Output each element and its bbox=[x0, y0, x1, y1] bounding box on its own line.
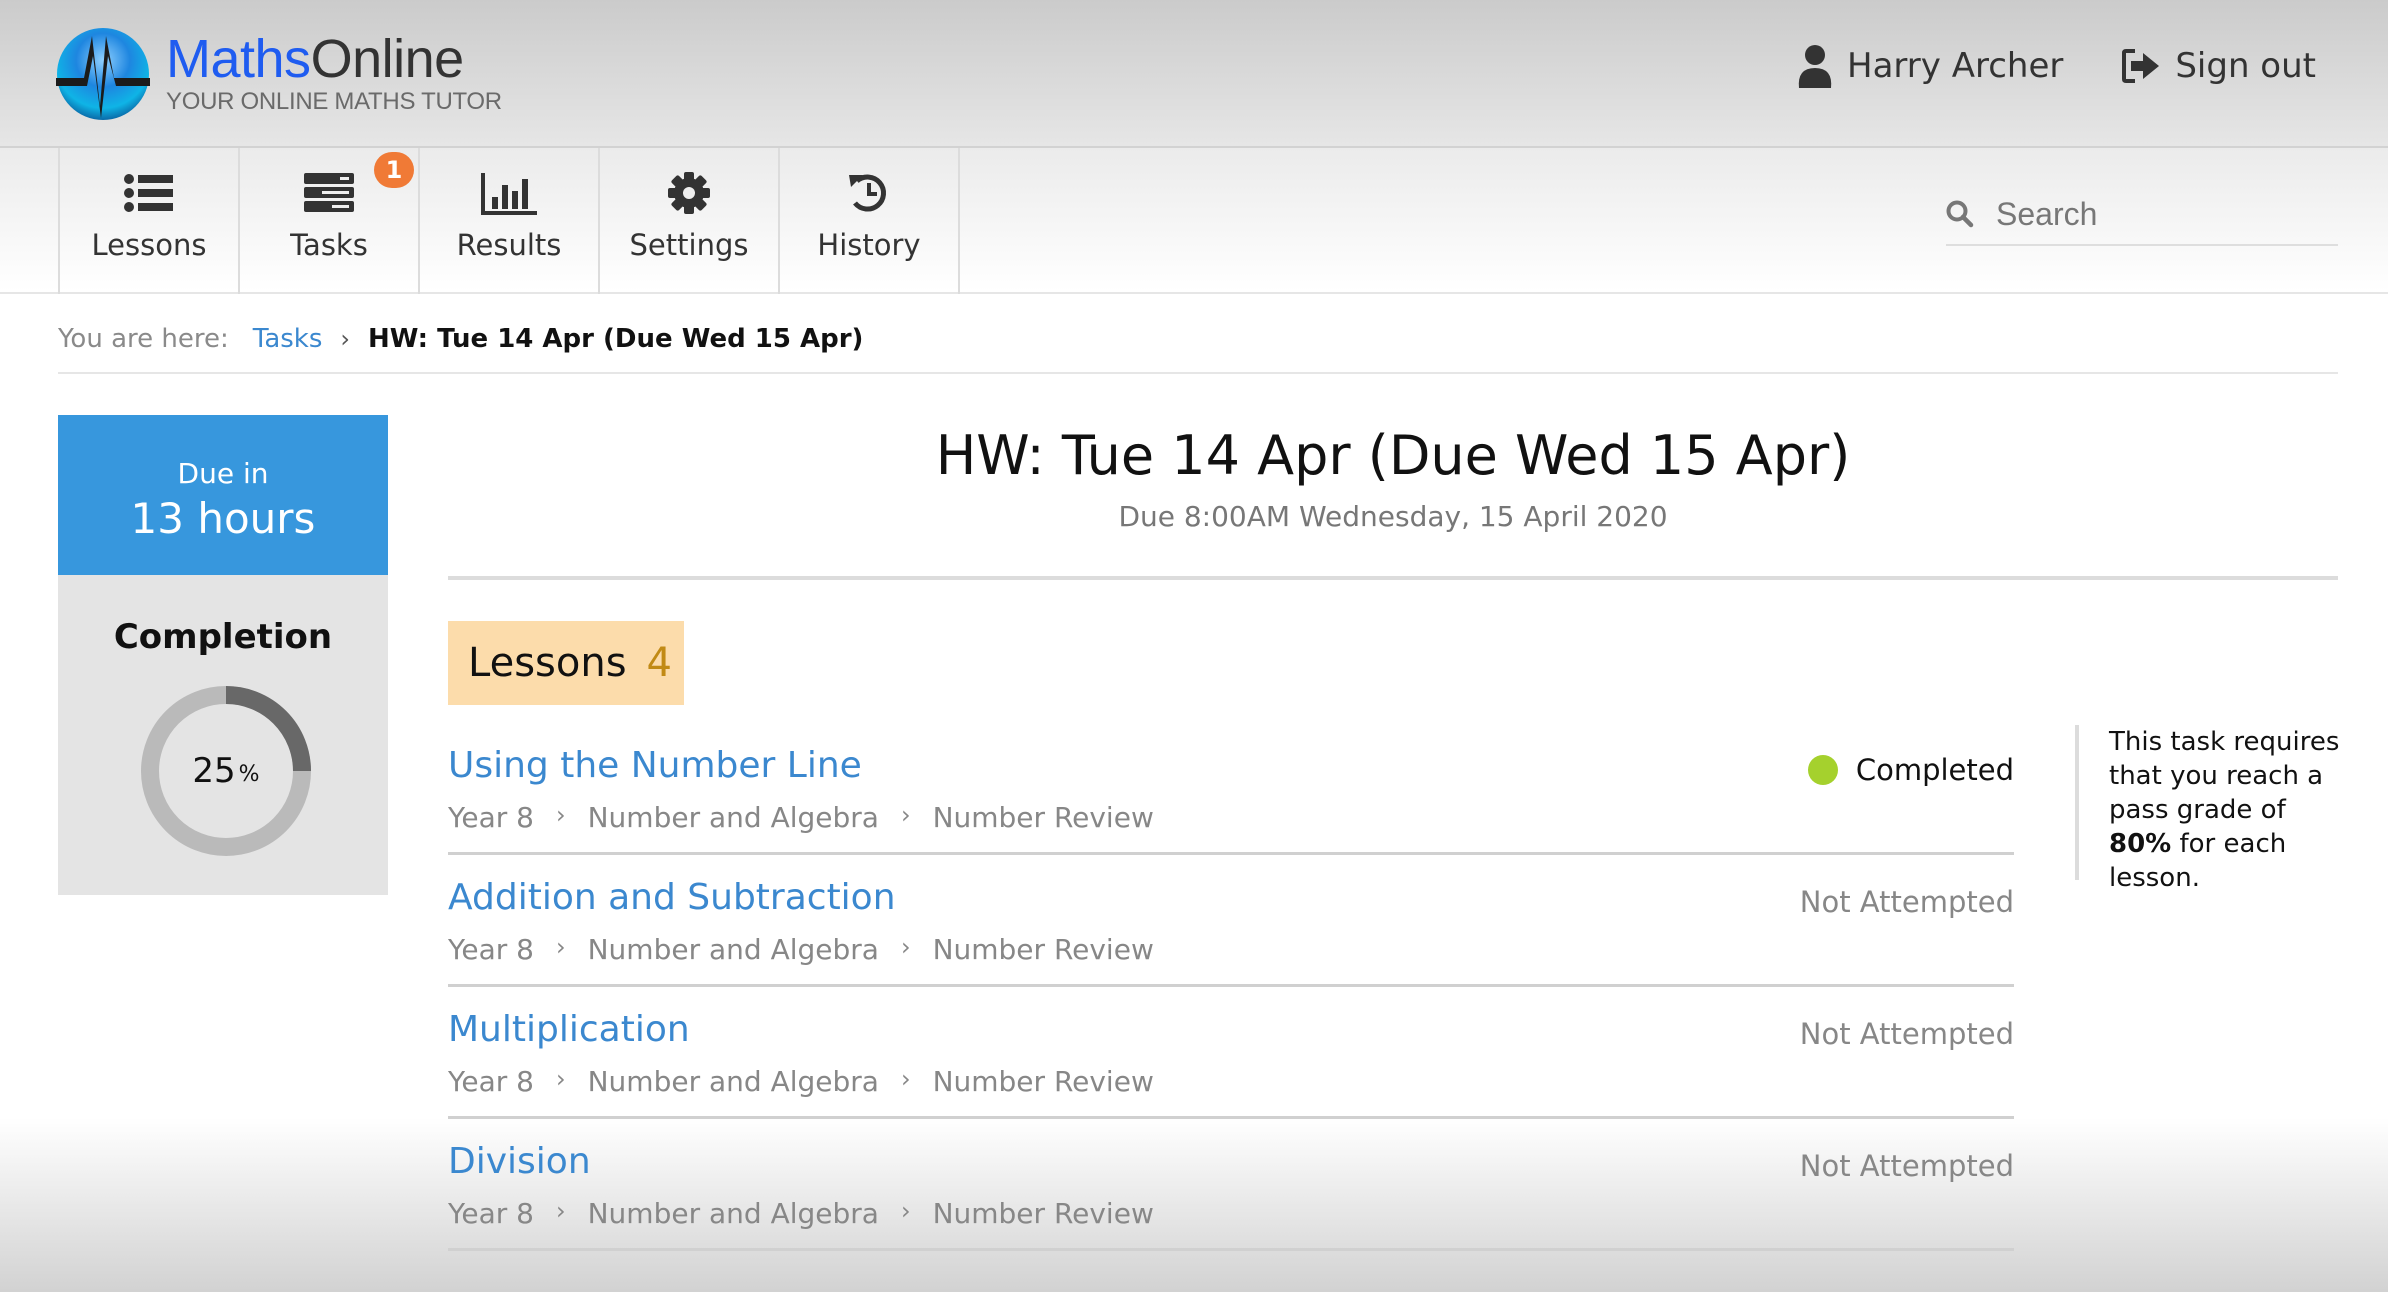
lesson-status-label: Not Attempted bbox=[1799, 1149, 2014, 1183]
breadcrumb-lead: You are here: bbox=[58, 324, 229, 354]
lesson-status-label: Not Attempted bbox=[1799, 1017, 2014, 1051]
task-header: HW: Tue 14 Apr (Due Wed 15 Apr) Due 8:00… bbox=[448, 410, 2338, 533]
lesson-status: Completed bbox=[1807, 753, 2014, 787]
path-separator: › bbox=[556, 1065, 566, 1093]
user-name: Harry Archer bbox=[1847, 46, 2064, 86]
lessons-count: 4 bbox=[646, 640, 672, 686]
lesson-status: Not Attempted bbox=[1800, 1017, 2014, 1051]
path-year: Year 8 bbox=[448, 1197, 534, 1230]
due-in-label: Due in bbox=[177, 457, 269, 490]
lesson-status: Not Attempted bbox=[1800, 1149, 2014, 1183]
breadcrumb: You are here: Tasks › HW: Tue 14 Apr (Du… bbox=[58, 306, 2338, 374]
due-in-value: 13 hours bbox=[130, 494, 316, 543]
path-topic: Number Review bbox=[932, 801, 1154, 834]
path-strand: Number and Algebra bbox=[587, 801, 879, 834]
lesson-title-link[interactable]: Using the Number Line bbox=[448, 745, 862, 786]
path-separator: › bbox=[900, 801, 911, 829]
nav-tab-label: Tasks bbox=[290, 228, 368, 262]
lesson-title-link[interactable]: Division bbox=[448, 1141, 591, 1182]
logo[interactable]: MathsOnline YOUR ONLINE MATHS TUTOR bbox=[54, 26, 502, 122]
path-topic: Number Review bbox=[932, 1197, 1154, 1230]
path-topic: Number Review bbox=[932, 933, 1154, 966]
path-separator: › bbox=[900, 1065, 911, 1093]
due-in-panel: Due in 13 hours bbox=[58, 415, 388, 575]
logo-globe-icon bbox=[56, 28, 150, 120]
user-icon bbox=[1798, 45, 1832, 88]
logo-name-online: Online bbox=[310, 29, 465, 89]
path-separator: › bbox=[556, 801, 566, 829]
header: MathsOnline YOUR ONLINE MATHS TUTOR Harr… bbox=[0, 0, 2388, 148]
path-strand: Number and Algebra bbox=[587, 1065, 879, 1098]
search-box bbox=[1946, 184, 2338, 246]
tasks-notification-badge: 1 bbox=[374, 152, 414, 188]
nav-tab-label: Settings bbox=[629, 228, 749, 262]
percent-sign: % bbox=[238, 761, 260, 787]
breadcrumb-link-tasks[interactable]: Tasks bbox=[253, 324, 323, 354]
lesson-title-link[interactable]: Multiplication bbox=[448, 1009, 690, 1050]
bar-chart-icon bbox=[481, 170, 537, 216]
completion-percent: 25 bbox=[192, 751, 236, 791]
page-title: HW: Tue 14 Apr (Due Wed 15 Apr) bbox=[935, 424, 1851, 487]
completion-donut: 25% bbox=[138, 683, 314, 859]
nav-tab-tasks[interactable]: Tasks 1 bbox=[240, 148, 420, 294]
path-separator: › bbox=[900, 933, 911, 961]
lessons-heading: Lessons 4 bbox=[448, 621, 684, 705]
search-input[interactable] bbox=[1996, 195, 2316, 233]
lesson-path: Year 8 › Number and Algebra › Number Rev… bbox=[448, 1197, 1154, 1230]
user-area: Harry Archer Sign out bbox=[1797, 44, 2316, 88]
path-separator: › bbox=[556, 1197, 566, 1225]
nav-tab-label: History bbox=[817, 228, 921, 262]
note-pass-grade: 80% bbox=[2109, 829, 2172, 859]
search-icon[interactable] bbox=[1946, 200, 1974, 228]
task-divider bbox=[448, 576, 2338, 580]
path-separator: › bbox=[900, 1197, 911, 1225]
logo-tagline: YOUR ONLINE MATHS TUTOR bbox=[166, 88, 502, 115]
nav-tab-settings[interactable]: Settings bbox=[600, 148, 780, 294]
nav-tab-label: Results bbox=[456, 228, 562, 262]
completion-title: Completion bbox=[113, 617, 333, 657]
sign-out-icon bbox=[2122, 49, 2160, 83]
lesson-path: Year 8 › Number and Algebra › Number Rev… bbox=[448, 801, 1154, 834]
task-due-date: Due 8:00AM Wednesday, 15 April 2020 bbox=[1118, 500, 1668, 533]
lessons-heading-label: Lessons bbox=[468, 640, 627, 686]
gear-icon bbox=[667, 170, 711, 216]
tasks-icon bbox=[304, 170, 354, 216]
history-icon bbox=[847, 170, 891, 216]
nav-tab-lessons[interactable]: Lessons bbox=[60, 148, 240, 294]
note-text-before: This task requires that you reach a pass… bbox=[2109, 727, 2340, 825]
path-strand: Number and Algebra bbox=[587, 933, 879, 966]
sign-out-link[interactable]: Sign out bbox=[2121, 46, 2316, 86]
breadcrumb-separator: › bbox=[340, 325, 351, 353]
user-profile-link[interactable]: Harry Archer bbox=[1797, 44, 2063, 88]
lesson-row: Division Year 8 › Number and Algebra › N… bbox=[448, 1119, 2014, 1251]
path-year: Year 8 bbox=[448, 933, 534, 966]
lesson-status-label: Completed bbox=[1855, 753, 2014, 787]
path-year: Year 8 bbox=[448, 801, 534, 834]
list-icon bbox=[124, 170, 174, 216]
nav-tab-history[interactable]: History bbox=[780, 148, 960, 294]
nav-tab-label: Lessons bbox=[91, 228, 207, 262]
path-strand: Number and Algebra bbox=[587, 1197, 879, 1230]
breadcrumb-current: HW: Tue 14 Apr (Due Wed 15 Apr) bbox=[368, 324, 864, 354]
nav-tab-results[interactable]: Results bbox=[420, 148, 600, 294]
path-topic: Number Review bbox=[932, 1065, 1154, 1098]
lesson-row: Multiplication Year 8 › Number and Algeb… bbox=[448, 987, 2014, 1119]
lesson-path: Year 8 › Number and Algebra › Number Rev… bbox=[448, 933, 1154, 966]
completed-dot-icon bbox=[1807, 755, 1838, 785]
completion-panel: Completion 25% bbox=[58, 575, 388, 895]
lesson-status-label: Not Attempted bbox=[1799, 885, 2014, 919]
pass-grade-note: This task requires that you reach a pass… bbox=[2075, 725, 2345, 893]
lesson-path: Year 8 › Number and Algebra › Number Rev… bbox=[448, 1065, 1154, 1098]
lesson-row: Addition and Subtraction Year 8 › Number… bbox=[448, 855, 2014, 987]
logo-name-maths: Maths bbox=[166, 29, 311, 89]
sign-out-label: Sign out bbox=[2175, 46, 2316, 86]
lesson-list: Using the Number Line Year 8 › Number an… bbox=[448, 723, 2014, 1251]
path-separator: › bbox=[556, 933, 566, 961]
lesson-title-link[interactable]: Addition and Subtraction bbox=[448, 877, 896, 918]
lesson-row: Using the Number Line Year 8 › Number an… bbox=[448, 723, 2014, 855]
path-year: Year 8 bbox=[448, 1065, 534, 1098]
lesson-status: Not Attempted bbox=[1800, 885, 2014, 919]
main-nav: Lessons Tasks 1 Results Settings History… bbox=[0, 148, 2388, 294]
